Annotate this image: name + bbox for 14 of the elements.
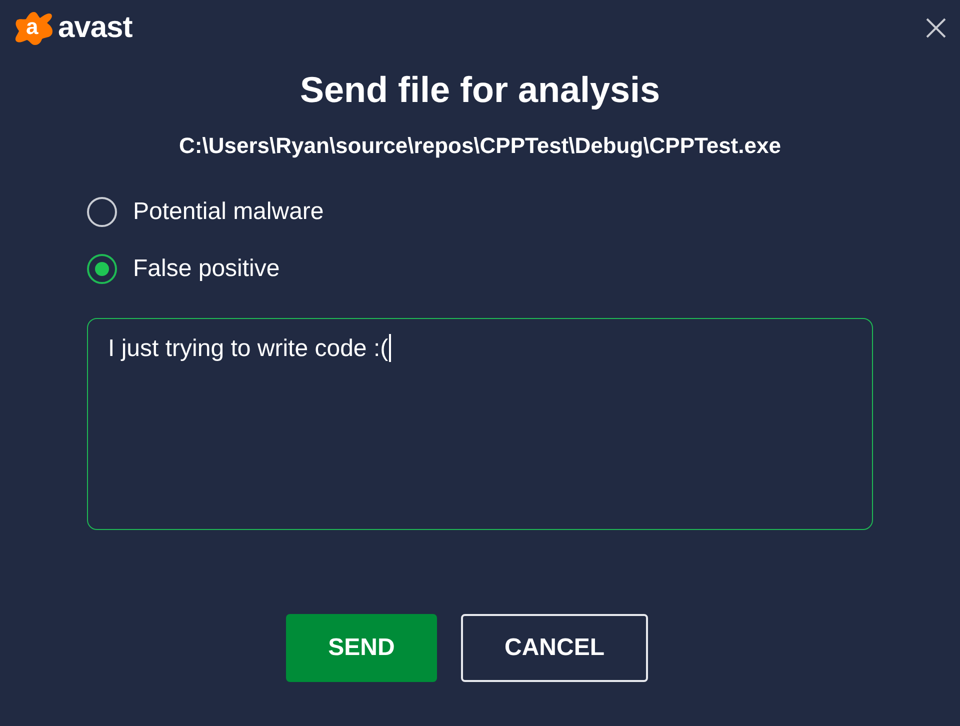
- radio-button[interactable]: [87, 254, 117, 284]
- logo-splat-icon: [14, 10, 54, 46]
- dialog-title: Send file for analysis: [298, 68, 662, 112]
- send-button[interactable]: SEND: [286, 614, 437, 682]
- close-icon: [926, 18, 946, 38]
- file-path: C:\Users\Ryan\source\repos\CPPTest\Debug\CPPTest.exe: [178, 132, 782, 160]
- radio-label: Potential malware: [133, 197, 324, 227]
- radio-label: False positive: [133, 254, 280, 284]
- cancel-button[interactable]: CANCEL: [461, 614, 648, 682]
- close-button[interactable]: [925, 17, 947, 39]
- comment-field[interactable]: I just trying to write code :(: [87, 318, 873, 530]
- logo-letter: a: [26, 14, 38, 40]
- logo-wordmark: avast: [58, 11, 132, 45]
- radio-button[interactable]: [87, 197, 117, 227]
